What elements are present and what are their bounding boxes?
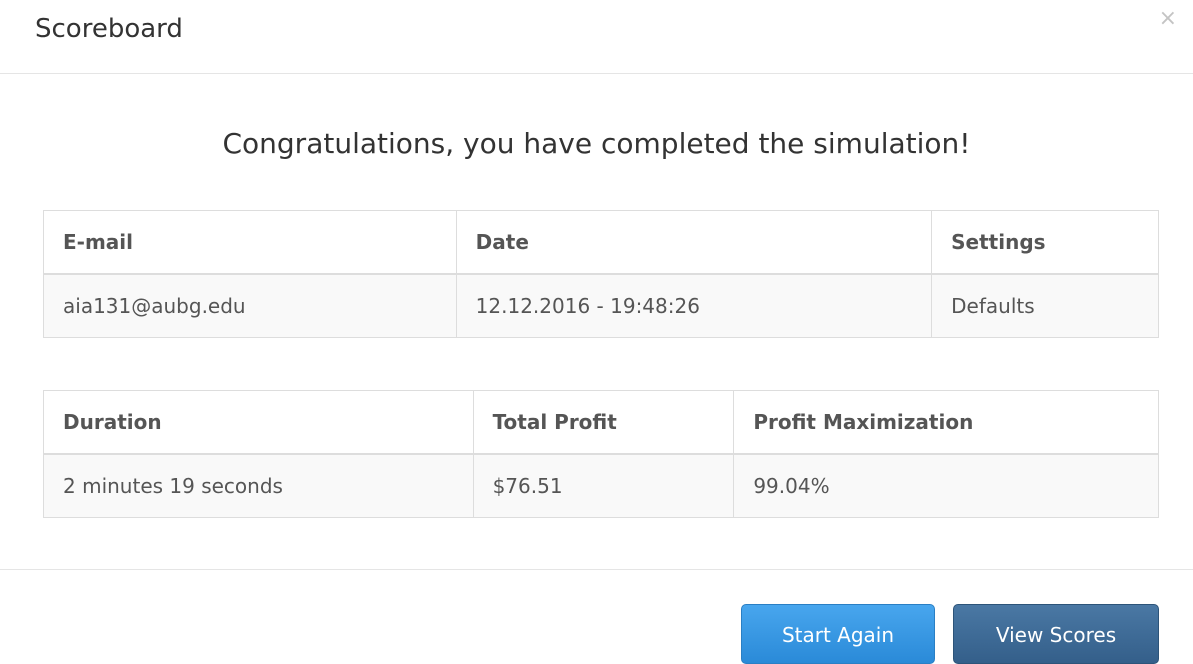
- column-header-profit-maximization: Profit Maximization: [733, 390, 1159, 455]
- modal-header: Scoreboard ×: [0, 0, 1193, 74]
- footer-divider: [0, 569, 1193, 570]
- results-table: Duration Total Profit Profit Maximizatio…: [43, 390, 1159, 518]
- settings-cell: Defaults: [931, 273, 1159, 338]
- column-header-duration: Duration: [43, 390, 474, 455]
- email-cell: aia131@aubg.edu: [43, 273, 457, 338]
- table-row: aia131@aubg.edu 12.12.2016 - 19:48:26 De…: [43, 273, 1159, 338]
- total-profit-cell: $76.51: [472, 453, 735, 518]
- start-again-button[interactable]: Start Again: [741, 604, 935, 664]
- column-header-date: Date: [455, 210, 933, 275]
- duration-cell: 2 minutes 19 seconds: [43, 453, 474, 518]
- column-header-settings: Settings: [931, 210, 1159, 275]
- view-scores-button[interactable]: View Scores: [953, 604, 1159, 664]
- column-header-total-profit: Total Profit: [472, 390, 735, 455]
- table-header-row: E-mail Date Settings: [43, 210, 1159, 275]
- scoreboard-modal: Scoreboard × Congratulations, you have c…: [0, 0, 1193, 664]
- close-icon[interactable]: ×: [1159, 8, 1177, 30]
- modal-title: Scoreboard: [35, 14, 183, 44]
- table-header-row: Duration Total Profit Profit Maximizatio…: [43, 390, 1159, 455]
- date-cell: 12.12.2016 - 19:48:26: [455, 273, 933, 338]
- summary-table: E-mail Date Settings aia131@aubg.edu 12.…: [43, 210, 1159, 338]
- profit-maximization-cell: 99.04%: [733, 453, 1159, 518]
- completion-message: Congratulations, you have completed the …: [222, 127, 971, 160]
- table-row: 2 minutes 19 seconds $76.51 99.04%: [43, 453, 1159, 518]
- column-header-email: E-mail: [43, 210, 457, 275]
